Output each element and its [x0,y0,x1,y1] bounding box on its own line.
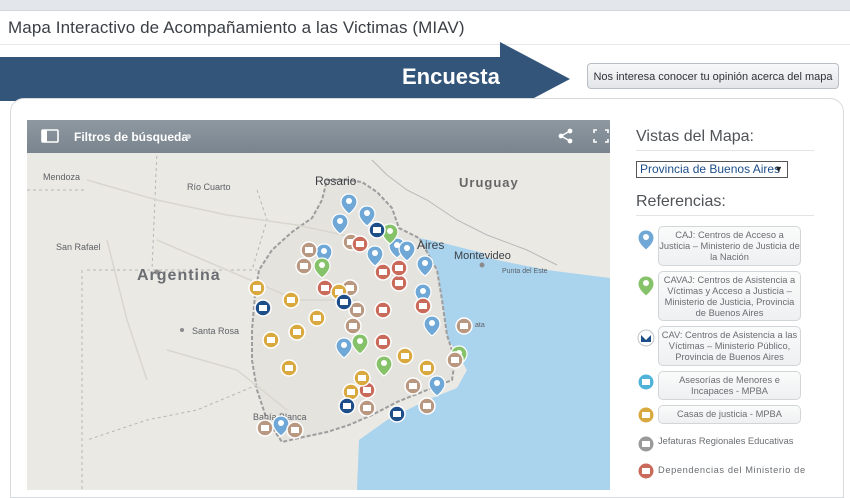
views-divider [636,150,814,151]
survey-button[interactable]: Nos interesa conocer tu opinión acerca d… [587,63,839,89]
reference-cav[interactable]: CAV: Centros de Asistencia a las Víctima… [658,326,801,366]
reference-dependencias[interactable]: Dependencias del Ministerio de [658,465,808,476]
dependencias-icon [637,462,655,480]
page-title: Mapa Interactivo de Acompañamiento a las… [8,18,465,37]
reference-cavaj[interactable]: CAVAJ: Centros de Asistencia a Víctimas … [658,271,801,321]
encuesta-label[interactable]: Encuesta [402,64,500,90]
views-heading: Vistas del Mapa: [636,128,754,145]
asesorias-icon [637,373,655,391]
interactive-map[interactable]: Mendoza Rosario Uruguay Río Cuarto Aires… [27,120,610,490]
view-select-value: Provincia de Buenos Aires [640,162,781,176]
filters-title[interactable]: Filtros de búsqueda [74,130,188,144]
map-toolbar: Filtros de búsqueda [27,120,610,153]
view-select[interactable]: Provincia de Buenos Aires ▼ [636,161,788,178]
reference-caj[interactable]: CAJ: Centros de Acceso a Justicia – Mini… [658,226,801,266]
map-markers-layer[interactable] [27,120,610,490]
jefaturas-icon [637,435,655,453]
references-heading: Referencias: [636,193,726,210]
fullscreen-icon[interactable] [592,128,610,144]
caj-pin-icon [637,229,655,251]
browser-top-strip [0,0,850,11]
filters-indicator-dot [186,134,191,139]
sidebar-toggle-icon[interactable] [41,128,59,144]
references-divider [636,215,814,216]
reference-casas-justicia[interactable]: Casas de justicia - MPBA [658,405,801,424]
cav-mp-icon [637,329,655,347]
cavaj-pin-icon [637,275,655,297]
chevron-down-icon: ▼ [774,164,783,174]
share-icon[interactable] [557,128,575,144]
reference-jefaturas[interactable]: Jefaturas Regionales Educativas [658,436,808,447]
casas-justicia-icon [637,406,655,424]
reference-asesorias[interactable]: Asesorías de Menores e Incapaces - MPBA [658,371,801,400]
